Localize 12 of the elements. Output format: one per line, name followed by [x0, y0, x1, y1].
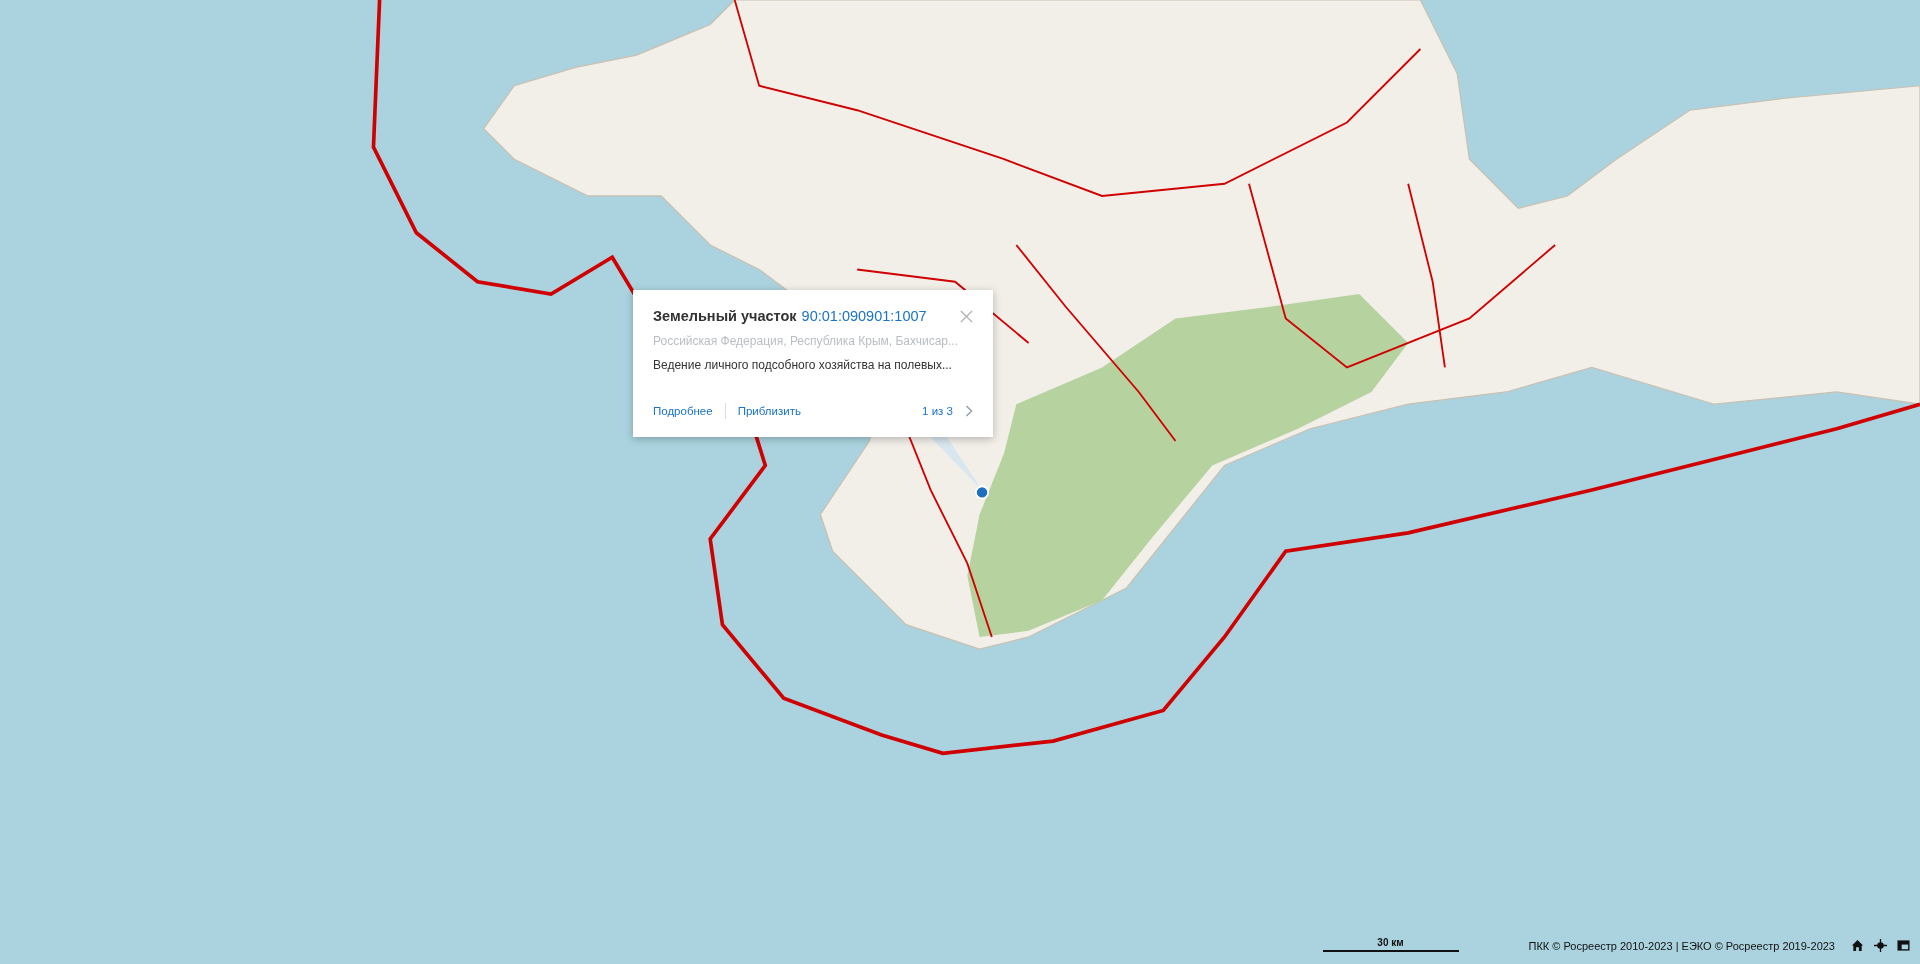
scale-label: 30 км [1377, 937, 1404, 948]
crosshair-icon[interactable] [1874, 939, 1887, 952]
home-icon[interactable] [1851, 939, 1864, 952]
window-icon[interactable] [1897, 939, 1910, 952]
cadastral-number-link[interactable]: 90:01:090901:1007 [801, 308, 927, 324]
purpose-text: Ведение личного подсобного хозяйства на полевых... [653, 358, 953, 372]
attribution-text: ПКК © Росреестр 2010-2023 | ЕЭКО © Росреестр 2019-2023 [1528, 940, 1835, 952]
address-text: Российская Федерация, Республика Крым, Бахчисар... [653, 334, 959, 348]
popup-link[interactable]: Приблизить [737, 405, 801, 417]
popup-title: Земельный участок [653, 308, 797, 324]
pager-text: 1 из 3 [922, 405, 953, 417]
popup-link[interactable]: Подробнее [653, 405, 713, 417]
